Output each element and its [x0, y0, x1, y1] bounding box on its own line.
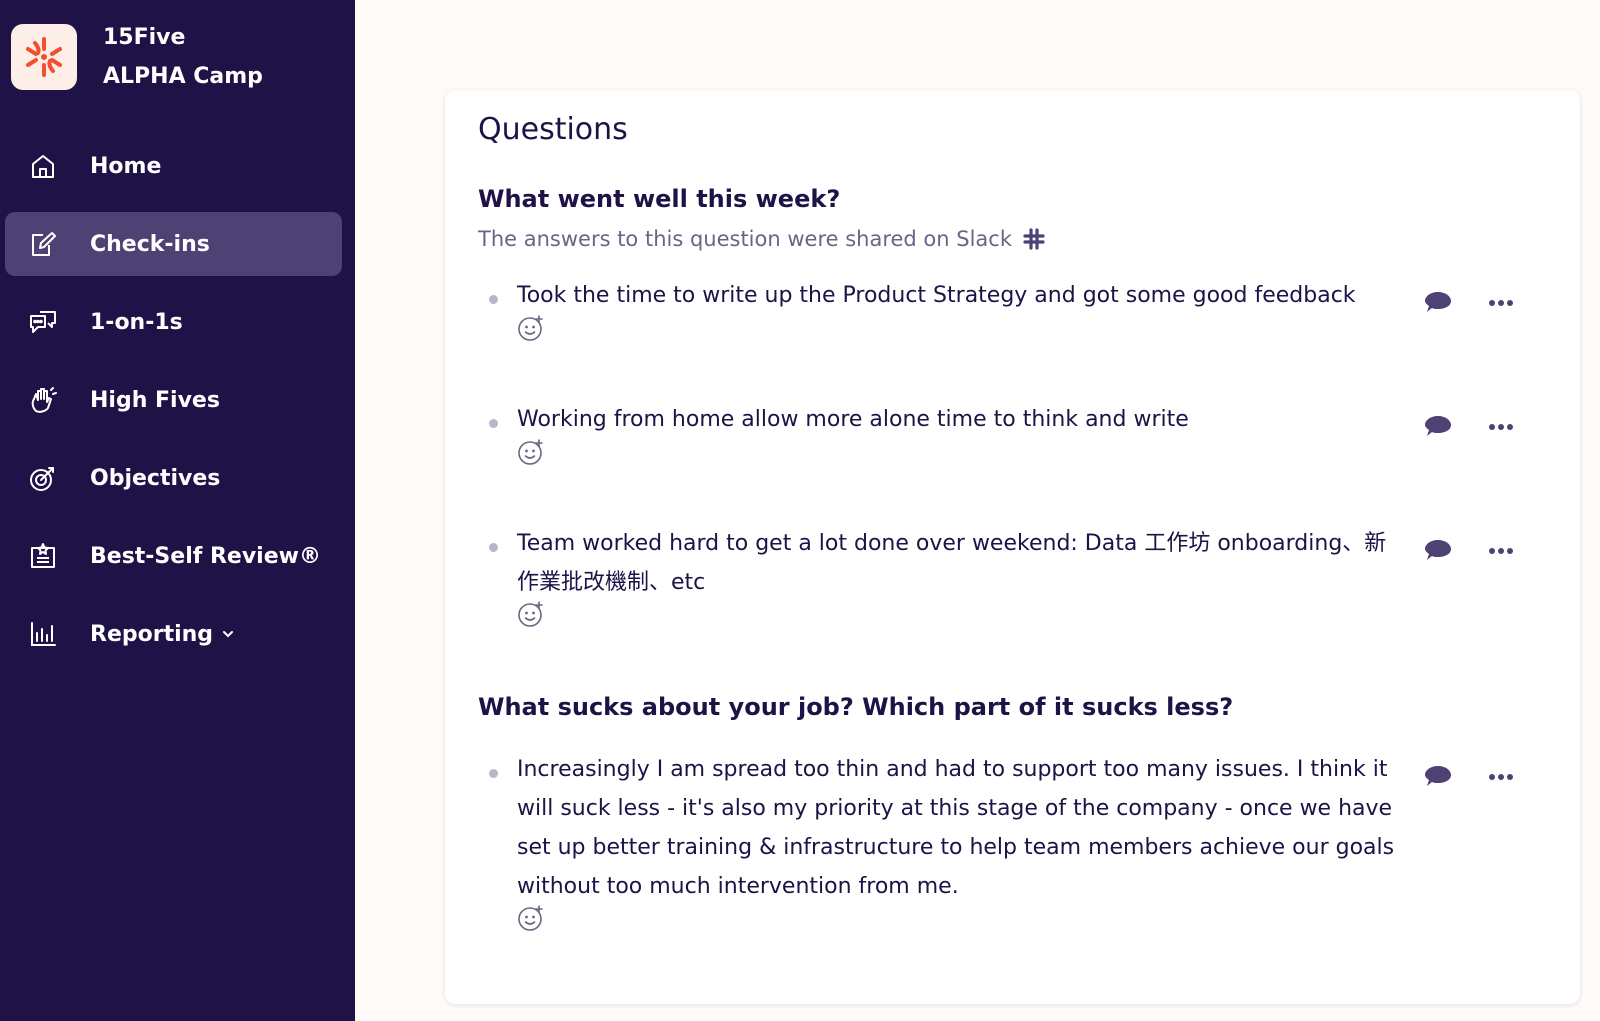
question-title: What went well this week? — [478, 185, 841, 213]
more-options-icon[interactable] — [1489, 538, 1515, 564]
brand-org-name: ALPHA Camp — [103, 64, 263, 89]
main-nav: Home Check-ins 1-on-1s High Fives Object… — [5, 134, 342, 680]
target-icon — [27, 462, 59, 494]
comment-icon[interactable] — [1423, 538, 1453, 564]
questions-card: Questions What went well this week? The … — [445, 90, 1580, 1004]
chat-bubbles-icon — [27, 306, 59, 338]
nav-item-high-fives[interactable]: High Fives — [5, 368, 342, 432]
more-options-icon[interactable] — [1489, 764, 1515, 790]
nav-label-home: Home — [90, 153, 162, 179]
brand[interactable]: 15Five ALPHA Camp — [11, 18, 263, 96]
answer-item: Took the time to write up the Product St… — [445, 283, 1580, 364]
more-options-icon[interactable] — [1489, 414, 1515, 440]
answer-item: Working from home allow more alone time … — [445, 407, 1580, 488]
comment-icon[interactable] — [1423, 414, 1453, 440]
section-title: Questions — [478, 112, 628, 147]
company-logo-icon — [11, 24, 77, 90]
comment-icon[interactable] — [1423, 764, 1453, 790]
checkin-edit-icon — [27, 228, 59, 260]
nav-item-best-self-review[interactable]: Best-Self Review® — [5, 524, 342, 588]
question-title: What sucks about your job? Which part of… — [478, 693, 1234, 721]
main-content: Questions What went well this week? The … — [355, 0, 1600, 1021]
app-root: 15Five ALPHA Camp Home Check-ins 1-on-1s… — [0, 0, 1600, 1021]
answer-item: Team worked hard to get a lot done over … — [445, 531, 1580, 652]
nav-item-checkins[interactable]: Check-ins — [5, 212, 342, 276]
slack-icon — [1022, 227, 1046, 251]
answer-text: Increasingly I am spread too thin and ha… — [517, 757, 1395, 899]
answer-item: Increasingly I am spread too thin and ha… — [445, 757, 1580, 958]
bullet — [489, 543, 498, 552]
answer-text: Team worked hard to get a lot done over … — [517, 531, 1387, 595]
bar-chart-icon — [27, 618, 59, 650]
comment-icon[interactable] — [1423, 290, 1453, 316]
nav-label-best-self-review: Best-Self Review® — [90, 543, 321, 569]
high-five-hand-icon — [27, 384, 59, 416]
add-reaction-icon[interactable] — [517, 904, 545, 932]
review-clipboard-icon — [27, 540, 59, 572]
bullet — [489, 769, 498, 778]
nav-label-reporting: Reporting — [90, 621, 214, 647]
question-subtitle: The answers to this question were shared… — [478, 227, 1046, 251]
nav-label-objectives: Objectives — [90, 465, 221, 491]
nav-label-high-fives: High Fives — [90, 387, 220, 413]
nav-label-1on1s: 1-on-1s — [90, 309, 183, 335]
add-reaction-icon[interactable] — [517, 314, 545, 342]
brand-text: 15Five ALPHA Camp — [103, 18, 263, 96]
bullet — [489, 419, 498, 428]
nav-item-reporting[interactable]: Reporting — [5, 602, 342, 666]
add-reaction-icon[interactable] — [517, 600, 545, 628]
sidebar: 15Five ALPHA Camp Home Check-ins 1-on-1s… — [0, 0, 355, 1021]
brand-app-name: 15Five — [103, 25, 186, 50]
answer-text: Took the time to write up the Product St… — [517, 283, 1356, 308]
nav-item-1on1s[interactable]: 1-on-1s — [5, 290, 342, 354]
slack-share-note: The answers to this question were shared… — [478, 227, 1013, 251]
nav-label-checkins: Check-ins — [90, 231, 210, 257]
nav-item-home[interactable]: Home — [5, 134, 342, 198]
bullet — [489, 295, 498, 304]
add-reaction-icon[interactable] — [517, 438, 545, 466]
chevron-down-icon — [221, 627, 235, 641]
answer-text: Working from home allow more alone time … — [517, 407, 1189, 432]
home-icon — [27, 150, 59, 182]
more-options-icon[interactable] — [1489, 290, 1515, 316]
nav-item-objectives[interactable]: Objectives — [5, 446, 342, 510]
